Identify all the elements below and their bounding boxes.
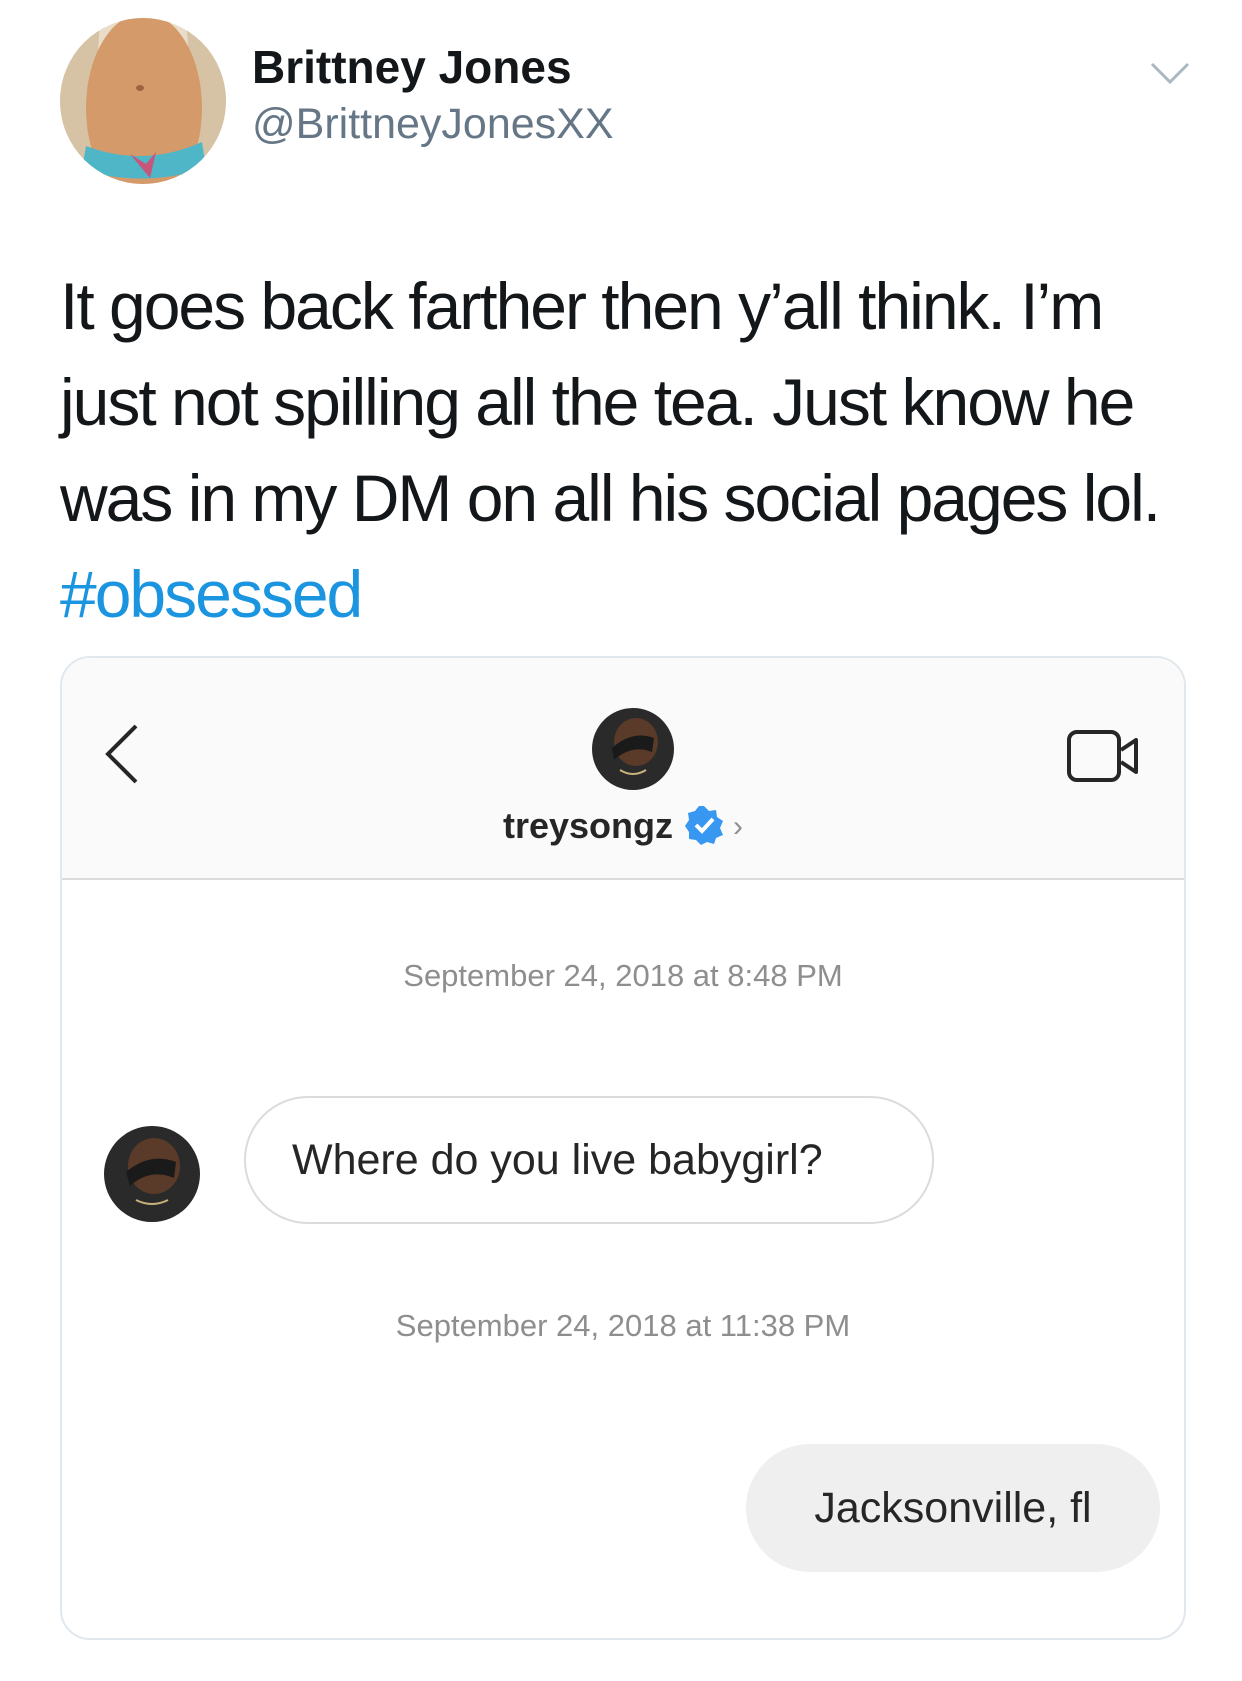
dm-username: treysongz	[502, 805, 674, 846]
display-name[interactable]: Brittney Jones	[252, 40, 572, 94]
video-call-icon[interactable]	[1066, 728, 1140, 784]
tweet-text-line: was in my DM on all his social pages lol…	[60, 461, 1161, 535]
back-arrow-icon[interactable]	[102, 722, 142, 786]
chevron-right-icon: ›	[733, 810, 744, 843]
incoming-message-bubble[interactable]: Where do you live babygirl?	[244, 1096, 934, 1224]
message-timestamp: September 24, 2018 at 8:48 PM	[403, 958, 843, 993]
tweet-text: It goes back farther then y’all think. I…	[60, 258, 1200, 642]
contact-photo	[592, 708, 674, 790]
profile-photo	[60, 18, 226, 184]
user-handle[interactable]: @BrittneyJonesXX	[252, 100, 614, 149]
embedded-screenshot[interactable]: treysongz › September 24, 2018 at 8:48 P…	[60, 656, 1186, 1640]
dm-username-row[interactable]: treysongz ›	[62, 804, 1184, 847]
hashtag-link[interactable]: #obsessed	[60, 546, 1200, 642]
sender-photo	[104, 1126, 200, 1222]
tweet-text-line: It goes back farther then y’all think. I…	[60, 269, 1104, 343]
tweet-text-line: just not spilling all the tea. Just know…	[60, 365, 1135, 439]
profile-avatar[interactable]	[60, 18, 226, 184]
verified-badge-icon	[685, 806, 724, 845]
dm-contact-avatar[interactable]	[592, 708, 674, 790]
message-timestamp: September 24, 2018 at 11:38 PM	[395, 1308, 851, 1343]
outgoing-message-bubble[interactable]: Jacksonville, fl	[746, 1444, 1160, 1572]
chevron-down-icon[interactable]	[1148, 58, 1192, 88]
dm-header: treysongz ›	[62, 658, 1184, 880]
sender-avatar[interactable]	[104, 1126, 200, 1222]
